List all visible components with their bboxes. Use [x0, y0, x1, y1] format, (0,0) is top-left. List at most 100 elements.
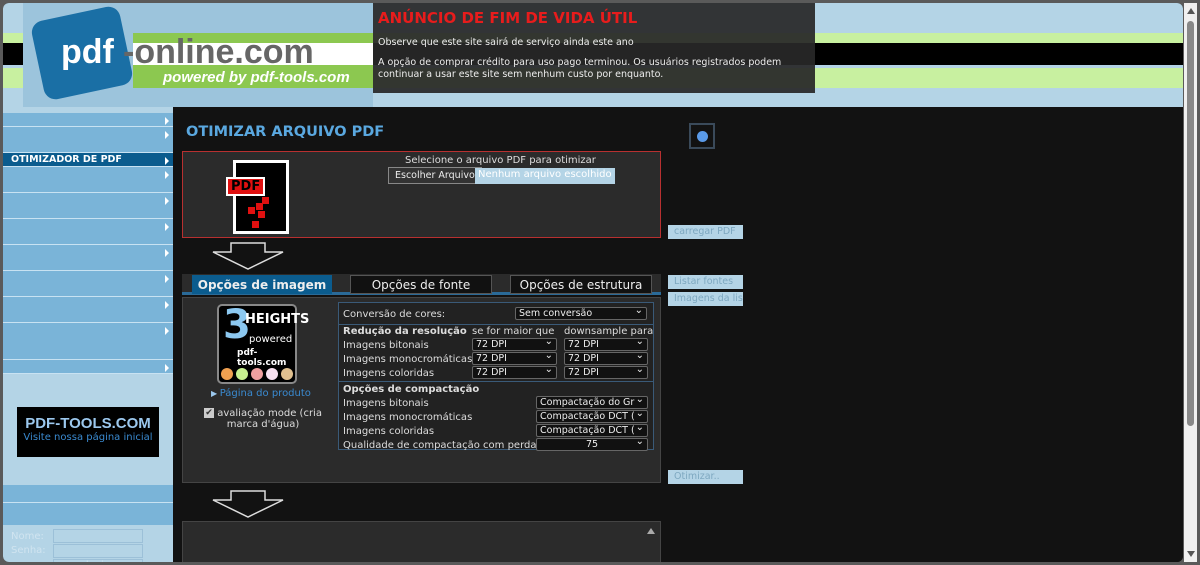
mono-downsample-select[interactable]: 72 DPI — [564, 352, 648, 365]
upload-label: Selecione o arquivo PDF para otimizar — [405, 155, 596, 166]
pdf-icon-label: PDF — [226, 177, 266, 196]
product-page-link[interactable]: ▶ Página do produto — [211, 388, 311, 399]
images-list-button[interactable]: Imagens da lista — [668, 292, 743, 306]
load-pdf-button[interactable]: carregar PDF — [668, 225, 743, 239]
globe-icon — [697, 131, 708, 142]
chevron-right-icon — [165, 197, 169, 205]
notice-title: ANÚNCIO DE FIM DE VIDA ÚTIL — [378, 9, 638, 27]
compression-row-label: Imagens bitonais — [343, 398, 429, 409]
site-logo[interactable]: pdf -online.com powered by pdf-tools.com — [23, 3, 373, 107]
color-downsample-select[interactable]: 72 DPI — [564, 366, 648, 379]
page-title: OTIMIZAR ARQUIVO PDF — [186, 124, 385, 140]
output-panel — [182, 521, 661, 562]
tab-structure-options[interactable]: Opções de estrutura — [510, 275, 652, 294]
browser-viewport: pdf -online.com powered by pdf-tools.com… — [3, 3, 1183, 562]
sidebar-item[interactable] — [3, 113, 173, 127]
bitonal-downsample-select[interactable]: 72 DPI — [564, 338, 648, 351]
pdf-tools-logo: PDF-TOOLS.COM — [25, 415, 151, 432]
login-button[interactable]: login — [53, 559, 143, 562]
down-arrow-icon — [212, 242, 284, 270]
col-if-greater: se for maior que — [472, 326, 555, 337]
end-of-life-notice: ANÚNCIO DE FIM DE VIDA ÚTIL Observe que … — [373, 3, 815, 93]
evaluation-mode-checkbox[interactable]: ✔ — [204, 408, 215, 418]
resolution-row-label: Imagens monocromáticas — [343, 354, 473, 365]
name-input[interactable] — [53, 529, 143, 543]
choose-file-button[interactable]: Escolher Arquivo — [388, 167, 482, 184]
optimize-button[interactable]: Otimizar.. — [668, 470, 743, 484]
logo-tagline: powered by pdf-tools.com — [163, 69, 350, 86]
site-header: pdf -online.com powered by pdf-tools.com… — [3, 3, 1183, 107]
file-status: Nenhum arquivo escolhido — [475, 168, 615, 184]
notice-text: A opção de comprar crédito para uso pago… — [378, 56, 782, 80]
pdf-tools-promo[interactable]: PDF-TOOLS.COM Visite nossa página inicia… — [17, 407, 159, 457]
image-options-form: Conversão de cores: Sem conversão Reduçã… — [338, 302, 654, 451]
col-downsample: downsample para — [564, 326, 654, 337]
list-fonts-button[interactable]: Listar fontes — [668, 275, 743, 289]
sidebar-item[interactable] — [3, 219, 173, 245]
sidebar-item[interactable] — [3, 271, 173, 297]
chevron-right-icon — [165, 131, 169, 139]
main-content: OTIMIZAR ARQUIVO PDF PDF Selecione o arq… — [173, 107, 1183, 562]
bitonal-compression-select[interactable]: Compactação do Gr — [536, 396, 648, 409]
page-scrollbar[interactable] — [1184, 3, 1197, 562]
color-conversion-label: Conversão de cores: — [343, 309, 446, 320]
sidebar-item[interactable] — [3, 360, 173, 374]
color-compression-select[interactable]: Compactação DCT ( — [536, 424, 648, 437]
down-arrow-icon — [212, 490, 284, 518]
notice-text: Observe que este site sairá de serviço a… — [378, 37, 634, 48]
compression-header: Opções de compactação — [343, 384, 480, 395]
sidebar-item[interactable] — [3, 297, 173, 323]
logo-text-domain: -online.com — [123, 33, 314, 71]
badge-powered: powered — [249, 334, 293, 345]
tab-image-options[interactable]: Opções de imagem — [192, 275, 332, 294]
evaluation-mode-label: avaliação mode (cria marca d'água) — [217, 408, 322, 430]
sidebar-item[interactable] — [3, 245, 173, 271]
sidebar-item-optimizer[interactable]: OTIMIZADOR DE PDF — [3, 153, 173, 167]
mono-threshold-select[interactable]: 72 DPI — [472, 352, 557, 365]
upload-panel: PDF Selecione o arquivo PDF para otimiza… — [182, 151, 661, 238]
chevron-right-icon — [165, 249, 169, 257]
resolution-header: Redução da resolução — [343, 326, 467, 337]
password-label: Senha: — [11, 545, 46, 556]
chevron-right-icon — [165, 327, 169, 335]
resolution-row-label: Imagens coloridas — [343, 368, 435, 379]
resolution-row-label: Imagens bitonais — [343, 340, 429, 351]
scrollbar-thumb[interactable] — [1187, 21, 1194, 426]
scroll-up-icon[interactable] — [647, 528, 655, 534]
chevron-right-icon — [165, 223, 169, 231]
triangle-right-icon: ▶ — [211, 389, 220, 398]
compression-row-label: Imagens coloridas — [343, 426, 435, 437]
quality-select[interactable]: 75 — [536, 438, 648, 451]
chevron-right-icon — [165, 301, 169, 309]
evaluation-mode-option: ✔ avaliação mode (cria marca d'água) — [203, 408, 323, 430]
sidebar-item[interactable] — [3, 167, 173, 193]
mono-compression-select[interactable]: Compactação DCT ( — [536, 410, 648, 423]
help-globe-button[interactable] — [689, 123, 715, 149]
password-input[interactable] — [53, 544, 143, 558]
sidebar-item[interactable] — [3, 193, 173, 219]
3heights-badge: 3 HEIGHTS powered pdf-tools.com — [217, 302, 309, 384]
bitonal-threshold-select[interactable]: 72 DPI — [472, 338, 557, 351]
tab-bar: Opções de imagem Opções de fonte Opções … — [182, 274, 661, 295]
tab-font-options[interactable]: Opções de fonte — [350, 275, 492, 294]
chevron-right-icon — [165, 171, 169, 179]
homepage-link[interactable]: Visite nossa página inicial — [17, 432, 159, 443]
sidebar-item-label: OTIMIZADOR DE PDF — [11, 154, 122, 165]
quality-label: Qualidade de compactação com perdas — [343, 440, 542, 451]
chevron-right-icon — [165, 157, 169, 165]
sidebar: OTIMIZADOR DE PDF PDF-TOOLS.COM Visite n… — [3, 107, 173, 562]
chevron-right-icon — [165, 117, 169, 125]
sidebar-item[interactable] — [3, 127, 173, 153]
product-link-label: Página do produto — [219, 388, 311, 399]
image-options-panel: 3 HEIGHTS powered pdf-tools.com ▶ Página… — [182, 297, 661, 483]
chevron-right-icon — [165, 275, 169, 283]
pdf-file-icon: PDF — [226, 160, 289, 234]
badge-site: pdf-tools.com — [237, 348, 287, 368]
sidebar-item[interactable] — [3, 323, 173, 360]
color-threshold-select[interactable]: 72 DPI — [472, 366, 557, 379]
compression-row-label: Imagens monocromáticas — [343, 412, 473, 423]
logo-text: pdf — [61, 33, 114, 71]
name-label: Nome: — [11, 531, 44, 542]
chevron-right-icon — [165, 364, 169, 372]
color-conversion-select[interactable]: Sem conversão — [515, 307, 647, 320]
